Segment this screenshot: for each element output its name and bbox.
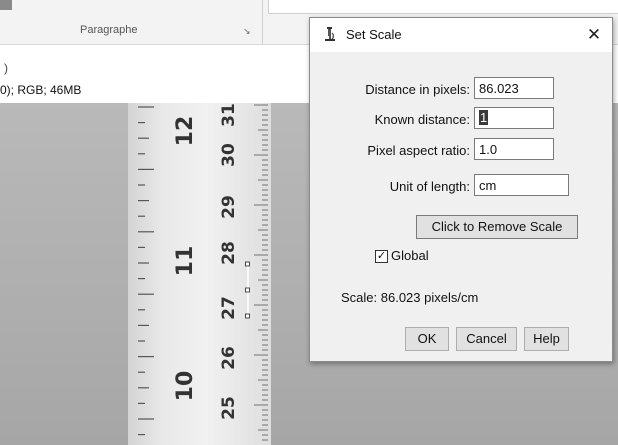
help-button[interactable]: Help: [524, 327, 569, 351]
known-distance-value: 1: [479, 110, 489, 125]
cm-number: 31: [219, 103, 239, 127]
cm-number: 25: [219, 396, 239, 420]
ok-button[interactable]: OK: [405, 327, 449, 351]
cm-number: 29: [219, 195, 239, 219]
ruler: 12 11 10 31 30 29 28 27 26 25: [128, 103, 271, 445]
paragraph-group-label: Paragraphe: [80, 24, 138, 36]
image-info-text: 0); RGB; 46MB: [0, 83, 82, 97]
cm-number: 30: [219, 143, 239, 167]
ribbon-swatch: [0, 0, 12, 10]
ribbon-search-box[interactable]: [268, 0, 618, 14]
distance-in-pixels-field[interactable]: [474, 77, 554, 99]
cm-number: 28: [219, 241, 239, 265]
unit-of-length-field[interactable]: [474, 174, 569, 196]
known-distance-label: Known distance:: [374, 112, 470, 127]
inch-number: 10: [173, 371, 198, 402]
dialog-title: Set Scale: [346, 27, 402, 42]
cancel-button[interactable]: Cancel: [456, 327, 517, 351]
selection-line[interactable]: [245, 261, 250, 319]
inch-number: 12: [173, 116, 198, 147]
cm-number: 27: [219, 296, 239, 320]
known-distance-field[interactable]: 1: [474, 107, 554, 129]
remove-scale-button[interactable]: Click to Remove Scale: [416, 215, 578, 239]
scale-readout: Scale: 86.023 pixels/cm: [341, 290, 479, 305]
inch-number: 11: [173, 246, 198, 277]
image-title-fragment: ): [4, 61, 8, 75]
cm-number: 26: [219, 346, 239, 370]
close-icon[interactable]: ✕: [580, 22, 608, 48]
dialog-launcher-icon[interactable]: ↘: [243, 26, 253, 36]
dialog-title-bar[interactable]: Set Scale ✕: [310, 18, 612, 52]
unit-label: Unit of length:: [389, 179, 470, 194]
set-scale-dialog: Set Scale ✕ Distance in pixels: Known di…: [309, 17, 613, 362]
global-checkbox[interactable]: ✓: [375, 250, 388, 263]
distance-label: Distance in pixels:: [365, 82, 470, 97]
microscope-icon: [325, 27, 335, 41]
aspect-ratio-label: Pixel aspect ratio:: [367, 143, 470, 158]
pixel-aspect-ratio-field[interactable]: [474, 138, 554, 160]
global-label: Global: [391, 248, 429, 263]
ribbon-separator: [262, 0, 263, 44]
ruler-graphic: 12 11 10 31 30 29 28 27 26 25: [138, 103, 268, 441]
